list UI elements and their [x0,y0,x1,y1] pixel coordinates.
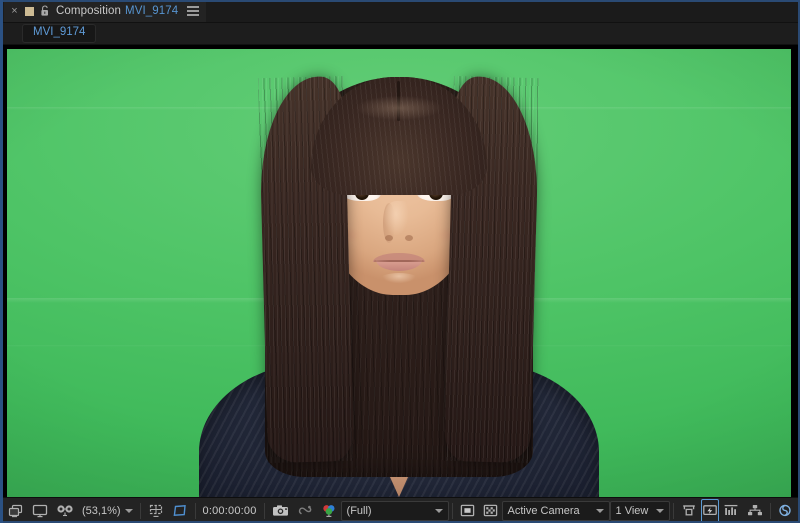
panel-menu-icon[interactable] [187,6,200,16]
close-icon[interactable]: × [10,5,19,17]
timecode-value: 0:00:00:00 [202,504,257,517]
show-channel-icon[interactable] [317,501,341,521]
take-snapshot-icon[interactable] [268,501,293,521]
toolbar-divider [451,502,453,519]
toolbar-divider [263,502,265,519]
chevron-down-icon [124,508,133,513]
fast-previews-icon[interactable] [701,498,720,523]
composition-tab[interactable]: × Composition MVI_9174 [4,0,207,22]
panel-title: Composition MVI_9174 [56,5,178,17]
comp-selector-strip: MVI_9174 [0,23,800,45]
grid-and-guide-options-icon[interactable] [144,501,168,521]
timecode-display[interactable]: 0:00:00:00 [199,501,261,521]
panel-tab-bar: × Composition MVI_9174 [0,0,800,23]
timeline-icon[interactable] [719,501,743,521]
panel-square-icon [25,6,34,16]
toolbar-divider [194,502,196,519]
comp-chip-mvi9174[interactable]: MVI_9174 [22,24,97,43]
always-preview-this-view-icon[interactable] [4,501,28,521]
reset-exposure-icon[interactable] [774,501,796,521]
lock-icon[interactable] [40,5,50,17]
view-layout-dropdown[interactable]: 1 View [609,500,671,521]
view-layout-value: 1 View [615,504,649,517]
region-of-interest-toggle-icon[interactable] [677,501,701,521]
region-of-interest-icon[interactable] [168,501,192,521]
resolution-value: (Full) [346,504,372,517]
comp-flowchart-icon[interactable] [743,501,767,521]
camera-view-dropdown[interactable]: Active Camera [501,500,610,521]
resolution-dropdown[interactable]: (Full) [340,500,449,521]
viewer-toolbar: (53,1%) 0:00:00:00 (Full) Active Camera … [0,497,800,523]
toolbar-divider [139,502,141,519]
main-viewer-icon[interactable] [28,501,52,521]
panel-kind-label: Composition [56,5,122,17]
magnification-dropdown[interactable]: (53,1%) [78,501,137,521]
green-screen-footage [7,49,791,497]
camera-view-value: Active Camera [507,504,580,517]
chevron-down-icon [595,508,604,513]
3d-glasses-icon[interactable] [52,501,78,521]
composition-viewer[interactable] [0,45,800,497]
magnification-value: (53,1%) [82,504,121,517]
chevron-down-icon [656,508,665,513]
scene-vignette [7,49,791,497]
after-effects-composition-panel: × Composition MVI_9174 MVI_9174 (53,1%) … [0,0,800,523]
exposure-value-field[interactable]: +0,0 [796,501,800,521]
composition-canvas[interactable] [7,49,791,497]
show-snapshot-icon[interactable] [293,501,317,521]
comp-name-label: MVI_9174 [125,5,179,17]
toolbar-divider [673,502,675,519]
chevron-down-icon [434,508,443,513]
toggle-mask-visibility-icon[interactable] [479,501,502,521]
toggle-transparency-grid-icon[interactable] [456,501,479,521]
toolbar-divider [770,502,772,519]
